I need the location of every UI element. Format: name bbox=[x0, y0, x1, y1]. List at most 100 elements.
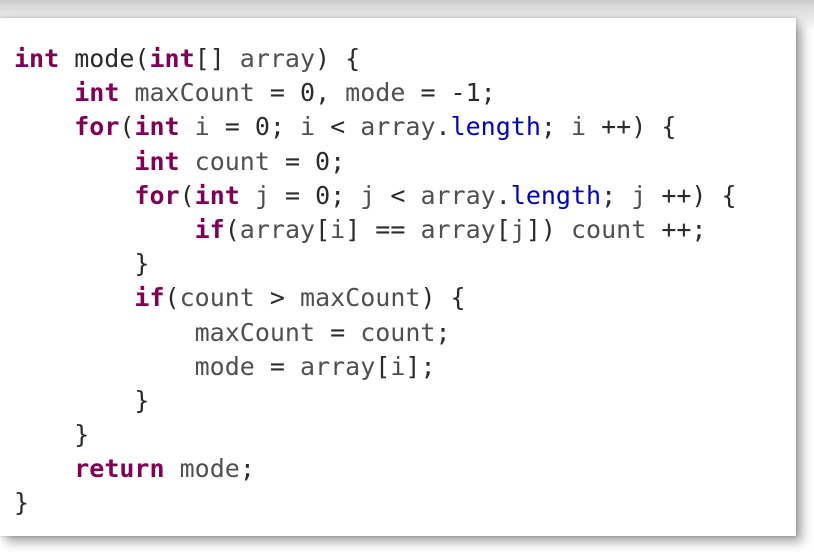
code-block: int mode(int[] array) { int maxCount = 0… bbox=[14, 42, 737, 521]
code-token: ) { bbox=[420, 283, 466, 313]
code-token: ; bbox=[239, 454, 255, 484]
code-token: mode bbox=[179, 454, 240, 484]
code-token: } bbox=[14, 420, 90, 450]
code-line: if(array[i] == array[j]) count ++; bbox=[14, 213, 737, 247]
code-keyword: int bbox=[134, 146, 180, 176]
code-line: int maxCount = 0, mode = -1; bbox=[14, 76, 737, 110]
code-token: array bbox=[420, 214, 496, 244]
code-token: count bbox=[194, 146, 270, 176]
code-keyword: return bbox=[74, 454, 165, 484]
code-token: i bbox=[390, 351, 406, 381]
code-keyword: int bbox=[74, 78, 120, 108]
code-token: ( bbox=[164, 283, 180, 313]
code-line: } bbox=[14, 486, 737, 520]
code-token: i bbox=[571, 112, 587, 142]
code-token: [] bbox=[194, 44, 240, 73]
code-token: . bbox=[495, 180, 511, 210]
code-token: ]; bbox=[405, 351, 436, 381]
code-token: i bbox=[300, 112, 316, 142]
code-token: ++) { bbox=[646, 180, 737, 210]
code-keyword: int bbox=[149, 44, 195, 73]
code-token: i bbox=[194, 112, 210, 142]
code-keyword: int bbox=[14, 44, 60, 73]
code-keyword: int bbox=[194, 180, 240, 210]
code-token: = 0; bbox=[209, 112, 301, 142]
code-keyword: if bbox=[194, 214, 225, 244]
code-line: for(int j = 0; j < array.length; j ++) { bbox=[14, 179, 737, 213]
code-token: ] == bbox=[345, 214, 421, 244]
code-token: ; bbox=[601, 180, 632, 210]
code-token: mode bbox=[194, 351, 255, 381]
code-field: length bbox=[450, 112, 541, 142]
code-panel: int mode(int[] array) { int maxCount = 0… bbox=[0, 18, 796, 536]
code-token: count bbox=[179, 283, 255, 313]
code-token: maxCount bbox=[194, 317, 316, 347]
code-token: j bbox=[360, 180, 376, 210]
code-token: i bbox=[330, 214, 346, 244]
code-keyword: for bbox=[134, 180, 180, 210]
code-token: = bbox=[315, 317, 361, 347]
code-token: array bbox=[300, 351, 376, 381]
code-keyword: int bbox=[134, 112, 180, 142]
code-token: ++; bbox=[646, 214, 707, 244]
code-token: mode( bbox=[59, 44, 150, 73]
code-token: } bbox=[14, 488, 30, 518]
code-token: ++) { bbox=[586, 112, 677, 142]
code-line: } bbox=[14, 384, 737, 418]
code-field: length bbox=[510, 180, 602, 210]
code-token: [ bbox=[315, 214, 331, 244]
code-token: = 0; bbox=[269, 180, 361, 210]
code-token: ; bbox=[540, 112, 571, 142]
code-token: j bbox=[510, 214, 526, 244]
code-token: = 0, bbox=[254, 78, 346, 108]
code-token: = 0; bbox=[269, 146, 346, 176]
code-line: } bbox=[14, 418, 737, 452]
code-token: < bbox=[315, 112, 361, 142]
code-line: int count = 0; bbox=[14, 145, 737, 179]
code-token: maxCount bbox=[134, 78, 255, 108]
code-token: . bbox=[435, 112, 451, 142]
code-line: return mode; bbox=[14, 452, 737, 486]
code-line: mode = array[i]; bbox=[14, 350, 737, 384]
code-token: < bbox=[375, 180, 421, 210]
code-token: j bbox=[254, 180, 270, 210]
code-token: } bbox=[14, 385, 150, 415]
code-token: j bbox=[631, 180, 647, 210]
code-token: [ bbox=[375, 351, 391, 381]
code-token: = bbox=[254, 351, 300, 381]
code-token: ) { bbox=[315, 44, 361, 73]
code-token: [ bbox=[495, 214, 511, 244]
code-token: array bbox=[239, 44, 316, 73]
code-token: ]) bbox=[525, 214, 571, 244]
code-token: mode bbox=[345, 78, 406, 108]
code-keyword: for bbox=[74, 112, 120, 142]
code-keyword: if bbox=[134, 283, 165, 313]
code-line: maxCount = count; bbox=[14, 316, 737, 350]
code-token: = -1; bbox=[405, 78, 496, 108]
code-token: maxCount bbox=[300, 283, 421, 313]
code-token: } bbox=[14, 249, 150, 279]
code-token: ( bbox=[224, 214, 240, 244]
code-token: array bbox=[239, 214, 316, 244]
code-token: count bbox=[360, 317, 436, 347]
code-line: int mode(int[] array) { bbox=[14, 42, 737, 76]
code-token: array bbox=[420, 180, 496, 210]
screenshot-frame: int mode(int[] array) { int maxCount = 0… bbox=[0, 0, 814, 552]
code-token: ( bbox=[179, 180, 195, 210]
code-token: > bbox=[254, 283, 301, 313]
code-token: count bbox=[571, 214, 647, 244]
